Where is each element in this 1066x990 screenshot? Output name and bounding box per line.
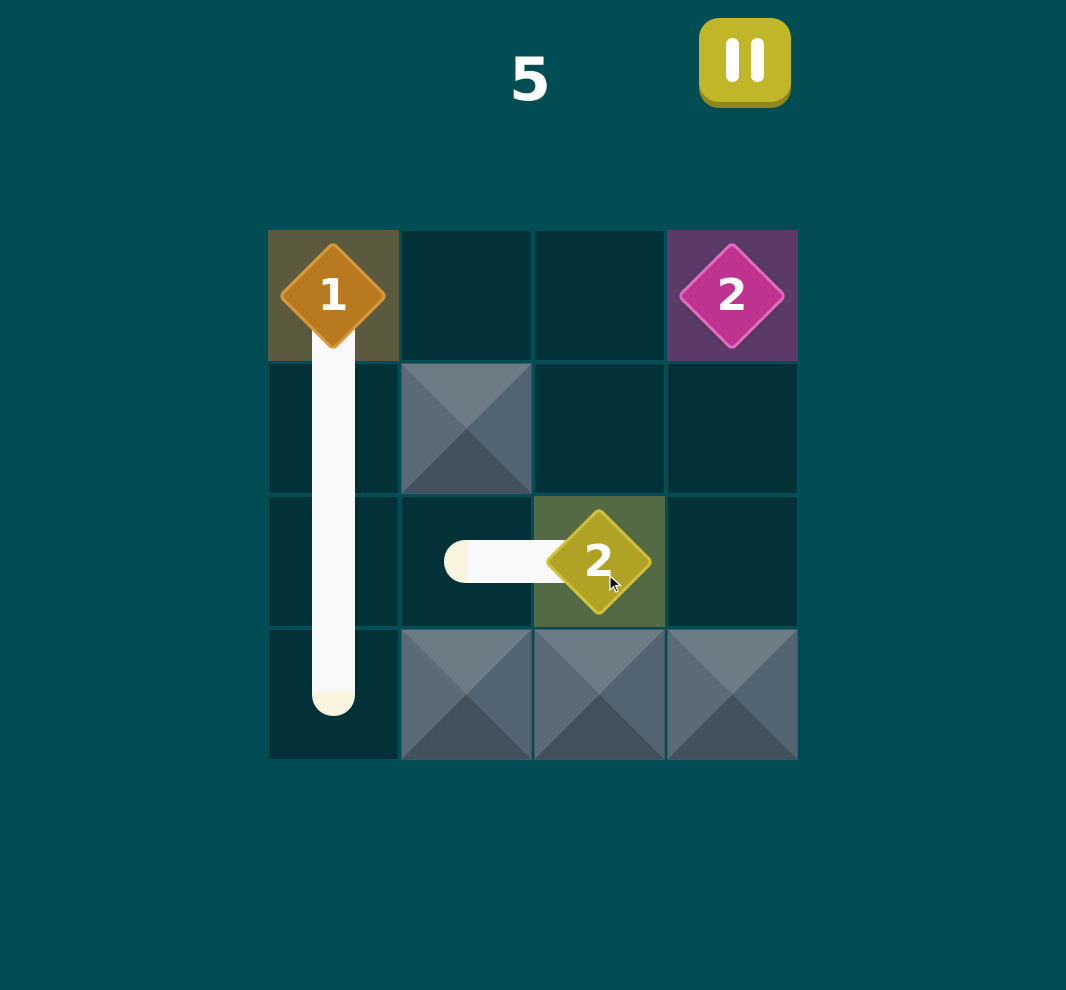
grid-cell[interactable] <box>667 363 798 494</box>
blocked-cell <box>534 629 665 760</box>
tile-number: 2 <box>583 536 615 587</box>
pause-icon-bar <box>751 38 764 82</box>
grid-cell[interactable] <box>534 230 665 361</box>
tile-number: 1 <box>317 270 349 321</box>
pause-button[interactable] <box>699 18 791 102</box>
tile-path <box>312 310 355 692</box>
level-number: 5 <box>509 45 551 115</box>
blocked-cell <box>401 629 532 760</box>
grid-cell[interactable] <box>534 363 665 494</box>
blocked-cell <box>401 363 532 494</box>
tile-number: 2 <box>716 270 748 321</box>
pause-icon <box>726 38 739 82</box>
mouse-cursor-icon <box>609 575 623 593</box>
blocked-cell <box>667 629 798 760</box>
grid-cell[interactable] <box>401 230 532 361</box>
game-board[interactable]: 1 2 2 <box>268 230 798 760</box>
grid-cell[interactable] <box>667 496 798 627</box>
